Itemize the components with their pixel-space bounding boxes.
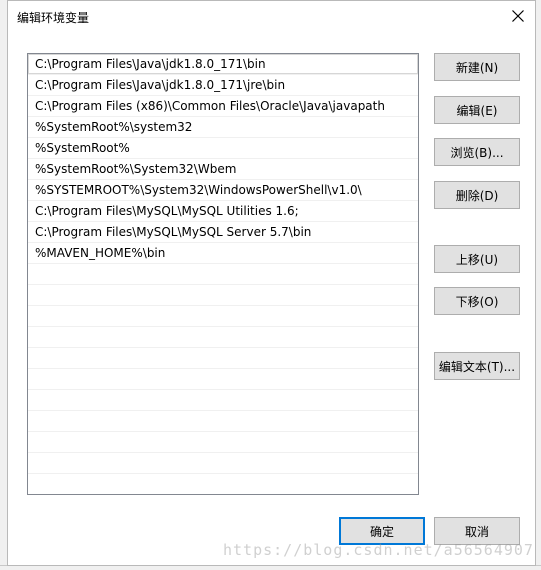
move-up-button[interactable]: 上移(U) xyxy=(434,245,520,273)
move-down-button[interactable]: 下移(O) xyxy=(434,287,520,315)
empty-list-row xyxy=(28,390,418,411)
title-bar: 编辑环境变量 xyxy=(8,1,535,32)
path-list[interactable]: C:\Program Files\Java\jdk1.8.0_171\bin C:… xyxy=(27,53,419,495)
empty-list-row xyxy=(28,327,418,348)
watermark: https://blog.csdn.net/a56564907 xyxy=(223,541,534,559)
new-button[interactable]: 新建(N) xyxy=(434,53,520,81)
list-item[interactable]: C:\Program Files\Java\jdk1.8.0_171\bin xyxy=(28,54,418,75)
list-item[interactable]: %SystemRoot%\system32 xyxy=(28,117,418,138)
empty-list-row xyxy=(28,306,418,327)
empty-list-row xyxy=(28,432,418,453)
close-icon xyxy=(512,10,524,22)
empty-list-row xyxy=(28,369,418,390)
empty-list-row xyxy=(28,264,418,285)
empty-list-row xyxy=(28,453,418,474)
empty-list-row xyxy=(28,348,418,369)
list-item[interactable]: %SYSTEMROOT%\System32\WindowsPowerShell\… xyxy=(28,180,418,201)
list-item[interactable]: C:\Program Files\MySQL\MySQL Utilities 1… xyxy=(28,201,418,222)
delete-button[interactable]: 删除(D) xyxy=(434,181,520,209)
edit-button[interactable]: 编辑(E) xyxy=(434,96,520,124)
list-item[interactable]: %MAVEN_HOME%\bin xyxy=(28,243,418,264)
edit-env-variable-dialog: 编辑环境变量 C:\Program Files\Java\jdk1.8.0_17… xyxy=(7,0,536,566)
dialog-title: 编辑环境变量 xyxy=(17,11,90,25)
empty-list-row xyxy=(28,474,418,494)
close-button[interactable] xyxy=(505,3,531,29)
list-item[interactable]: C:\Program Files\MySQL\MySQL Server 5.7\… xyxy=(28,222,418,243)
edit-text-button[interactable]: 编辑文本(T)... xyxy=(434,352,520,380)
list-item[interactable]: C:\Program Files\Java\jdk1.8.0_171\jre\b… xyxy=(28,75,418,96)
list-item[interactable]: C:\Program Files (x86)\Common Files\Orac… xyxy=(28,96,418,117)
browse-button[interactable]: 浏览(B)... xyxy=(434,138,520,166)
list-item[interactable]: %SystemRoot% xyxy=(28,138,418,159)
list-item[interactable]: %SystemRoot%\System32\Wbem xyxy=(28,159,418,180)
empty-list-row xyxy=(28,411,418,432)
empty-list-row xyxy=(28,285,418,306)
